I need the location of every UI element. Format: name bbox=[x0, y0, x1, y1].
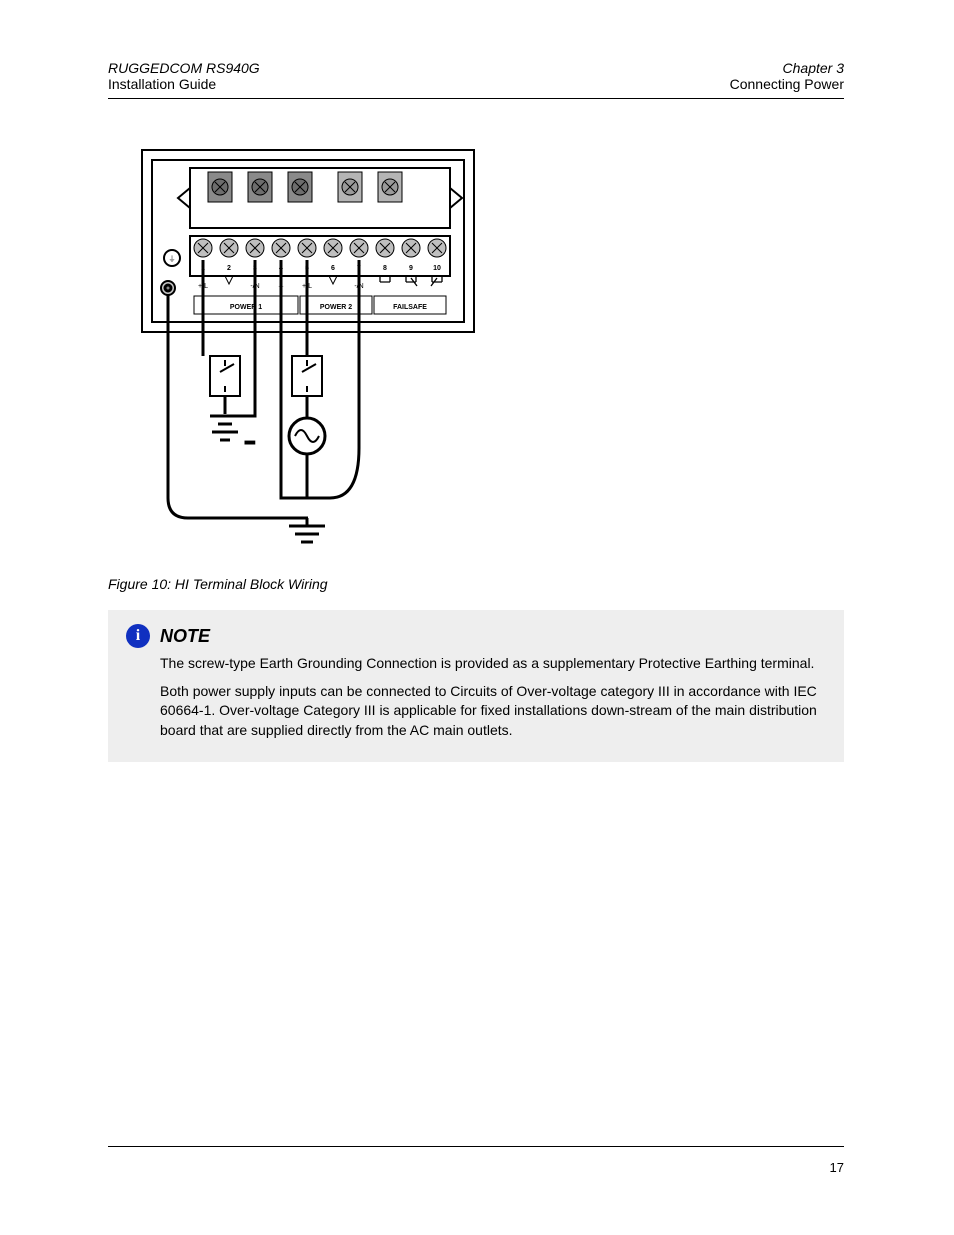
header-section: Connecting Power bbox=[730, 76, 844, 92]
header-chapter: Chapter 3 bbox=[783, 60, 844, 76]
svg-text:9: 9 bbox=[409, 265, 413, 272]
svg-text:FAILSAFE: FAILSAFE bbox=[393, 304, 427, 311]
figure-caption: Figure 10: HI Terminal Block Wiring bbox=[108, 576, 328, 592]
page-number: 17 bbox=[830, 1160, 844, 1175]
note-line-1: The screw-type Earth Grounding Connectio… bbox=[160, 654, 826, 674]
header-product: RUGGEDCOM RS940G bbox=[108, 60, 260, 76]
page-header: RUGGEDCOM RS940G Chapter 3 bbox=[108, 60, 844, 76]
note-title: NOTE bbox=[160, 626, 210, 647]
svg-text:6: 6 bbox=[331, 265, 335, 272]
wiring-diagram: ⏚ bbox=[140, 148, 476, 558]
header-doc: Installation Guide bbox=[108, 76, 216, 92]
note-box: i NOTE The screw-type Earth Grounding Co… bbox=[108, 610, 844, 762]
note-line-2: Both power supply inputs can be connecte… bbox=[160, 682, 826, 741]
svg-text:POWER 1: POWER 1 bbox=[230, 304, 262, 311]
page: RUGGEDCOM RS940G Chapter 3 Installation … bbox=[0, 0, 954, 1235]
page-footer: 17 bbox=[108, 1160, 844, 1175]
footer-rule bbox=[108, 1146, 844, 1147]
note-body: The screw-type Earth Grounding Connectio… bbox=[160, 654, 826, 740]
svg-text:–: – bbox=[246, 433, 254, 449]
svg-text:⏚: ⏚ bbox=[169, 255, 176, 263]
note-header: i NOTE bbox=[126, 624, 826, 648]
svg-text:8: 8 bbox=[383, 265, 387, 272]
svg-text:2: 2 bbox=[227, 265, 231, 272]
page-subheader: Installation Guide Connecting Power bbox=[108, 76, 844, 92]
svg-text:POWER 2: POWER 2 bbox=[320, 304, 352, 311]
info-icon: i bbox=[126, 624, 150, 648]
header-rule bbox=[108, 98, 844, 99]
svg-text:10: 10 bbox=[433, 265, 441, 272]
